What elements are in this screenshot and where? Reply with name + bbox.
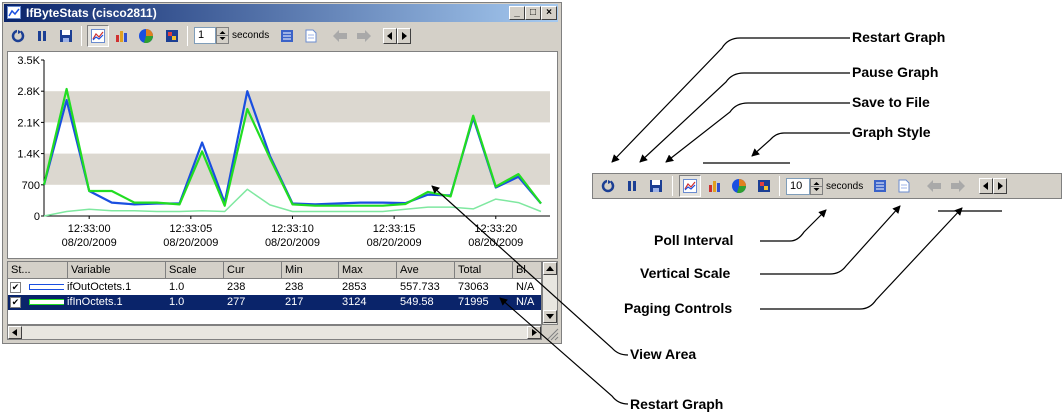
callout-view-area: View Area xyxy=(630,346,697,362)
callout-restart-graph: Restart Graph xyxy=(852,29,946,45)
callout-poll-interval: Poll Interval xyxy=(654,232,734,248)
callout-vertical-scale: Vertical Scale xyxy=(640,265,731,281)
callout-save-to-file: Save to File xyxy=(852,94,930,110)
callout-restart-graph-bottom: Restart Graph xyxy=(630,396,724,412)
callout-graph-style: Graph Style xyxy=(852,124,931,140)
callout-paging-controls: Paging Controls xyxy=(624,300,733,316)
callout-pause-graph: Pause Graph xyxy=(852,64,939,80)
callout-lines xyxy=(431,37,1002,405)
